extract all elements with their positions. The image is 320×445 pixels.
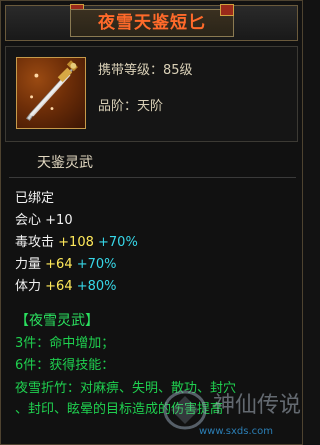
stat-value: +10 [45,213,73,228]
stat-base: +64 [45,257,73,272]
set-3-bonus: 3件：命中增加； [15,336,115,351]
watermark-brand: 神仙传说 [213,393,301,418]
watermark-url: www.sxds.com [199,426,274,437]
carry-level: 携带等级：85级 [98,63,193,78]
set-title: 【夜雪灵武】 [15,313,99,329]
stat-name: 力量 [15,257,42,272]
weapon-type: 天鉴灵武 [37,155,93,171]
stat-row-huixin: 会心 +10 [15,210,295,232]
stat-bonus: +80% [76,279,117,294]
set-6-bonus: 6件：获得技能： [15,358,115,373]
section-divider [9,177,296,178]
stat-bonus: +70% [76,257,117,272]
title-bar: 夜雪天鉴短匕 [5,4,298,41]
stat-name: 会心 [15,213,42,228]
stat-row-liliang: 力量 +64 +70% [15,254,295,276]
item-grade: 品阶：天阶 [98,99,164,114]
stat-name: 毒攻击 [15,235,55,250]
stat-row-tili: 体力 +64 +80% [15,276,295,298]
item-header: 携带等级：85级 品阶：天阶 [5,46,298,142]
title-corner-right [220,4,234,16]
stat-row-dugongji: 毒攻击 +108 +70% [15,232,295,254]
dagger-icon [16,57,86,129]
item-tooltip: 夜雪天鉴短匕 携带等级：85级 品阶：天阶 天鉴灵武 已绑定 会心 +10 毒攻… [0,0,303,445]
stat-name: 体力 [15,279,42,294]
bound-status: 已绑定 [15,191,55,206]
stat-base: +64 [45,279,73,294]
stats-list: 已绑定 会心 +10 毒攻击 +108 +70% 力量 +64 +70% 体力 … [15,188,295,298]
item-title: 夜雪天鉴短匕 [70,9,234,37]
stat-base: +108 [58,235,94,250]
stat-bonus: +70% [98,235,138,250]
